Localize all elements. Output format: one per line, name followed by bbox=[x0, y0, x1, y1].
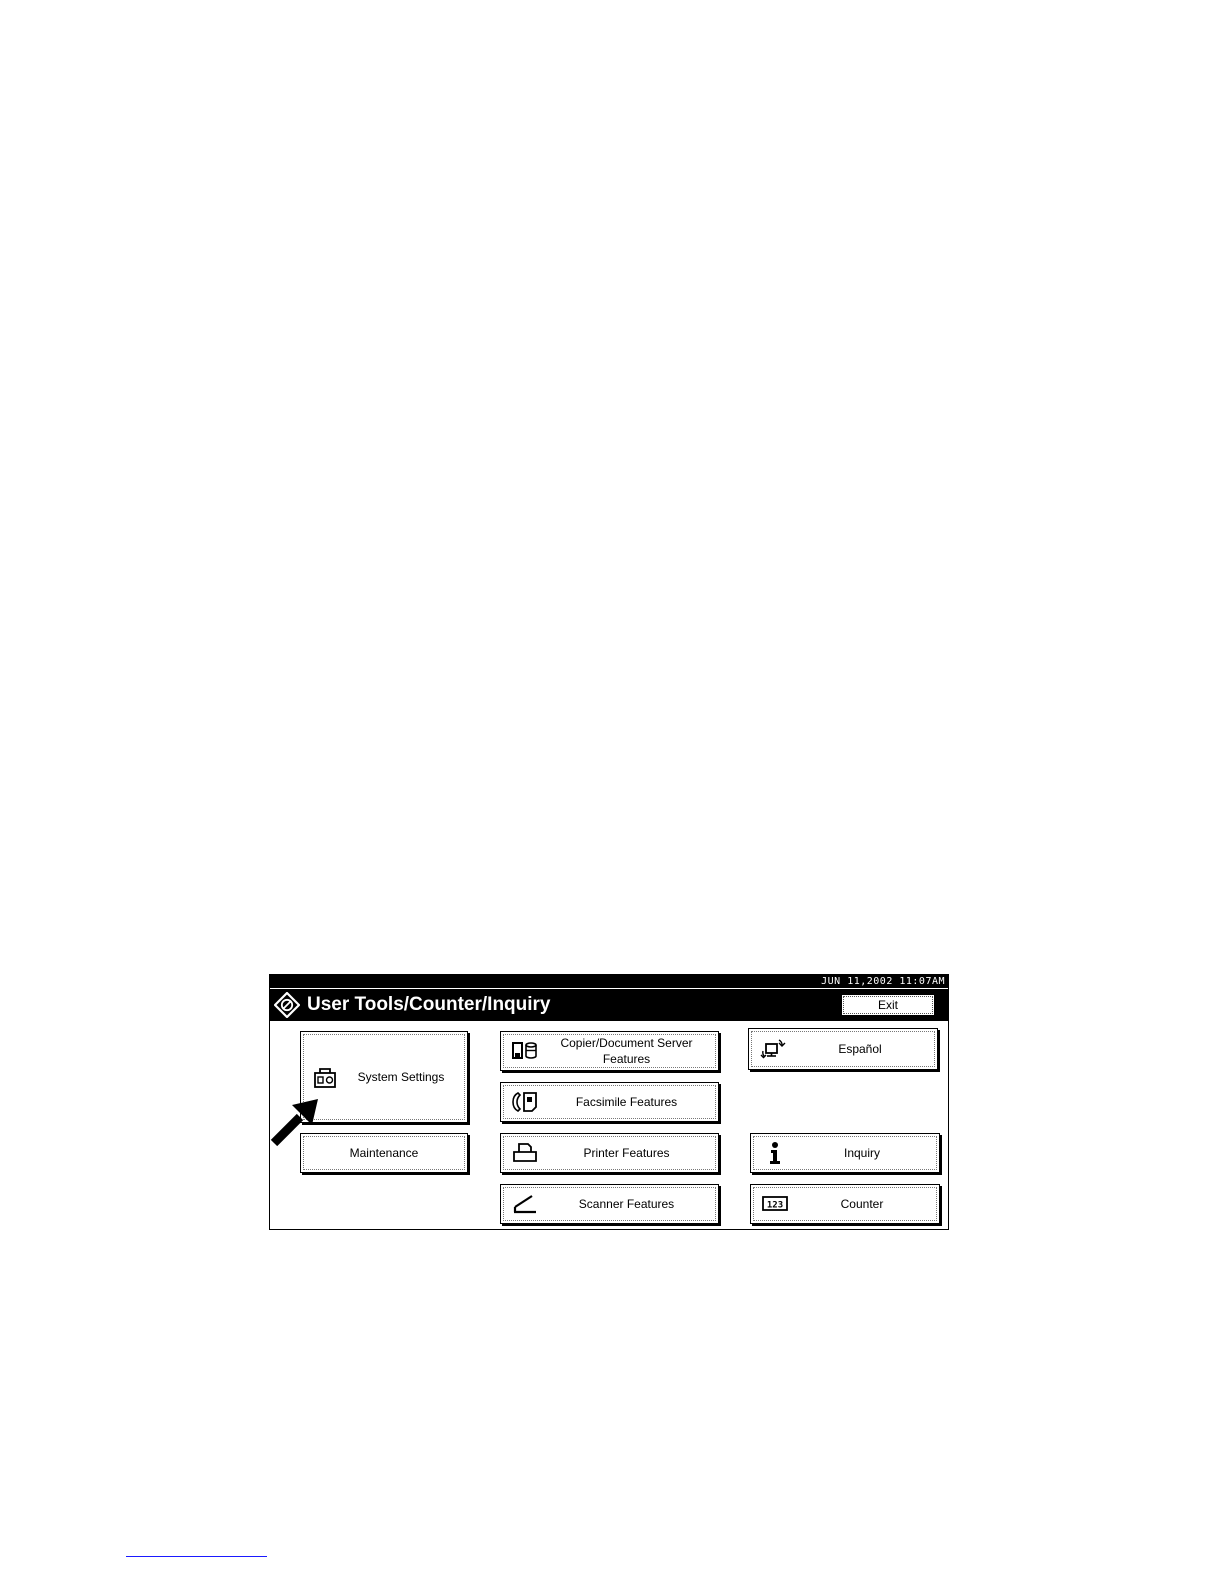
inquiry-button[interactable]: Inquiry bbox=[750, 1133, 940, 1173]
page-title: User Tools/Counter/Inquiry bbox=[307, 994, 551, 1015]
printer-features-label: Printer Features bbox=[583, 1146, 670, 1160]
inquiry-label: Inquiry bbox=[843, 1146, 881, 1160]
system-settings-button[interactable]: System Settings bbox=[300, 1031, 468, 1123]
copier-document-server-label: Copier/Document Server Features bbox=[560, 1036, 693, 1066]
counter-button[interactable]: 123 Counter bbox=[750, 1184, 940, 1224]
user-tools-icon bbox=[274, 992, 300, 1018]
printer-icon bbox=[513, 1143, 537, 1162]
facsimile-icon bbox=[512, 1092, 537, 1112]
copier-document-server-icon bbox=[512, 1042, 537, 1059]
scanner-features-button[interactable]: Scanner Features bbox=[500, 1184, 719, 1224]
user-tools-panel: JUN 11,2002 11:07AM User Tools/Counter/I… bbox=[269, 974, 949, 1230]
system-settings-icon bbox=[314, 1068, 336, 1088]
date-time: JUN 11,2002 11:07AM bbox=[270, 975, 948, 989]
counter-label: Counter bbox=[840, 1197, 884, 1211]
facsimile-features-label: Facsimile Features bbox=[575, 1095, 678, 1109]
espanol-button[interactable]: Español bbox=[748, 1028, 938, 1070]
copier-document-server-button[interactable]: Copier/Document Server Features bbox=[500, 1031, 719, 1071]
maintenance-label: Maintenance bbox=[349, 1146, 419, 1160]
printer-features-button[interactable]: Printer Features bbox=[500, 1133, 719, 1173]
title-bar: User Tools/Counter/Inquiry Exit bbox=[270, 989, 948, 1021]
scanner-features-label: Scanner Features bbox=[578, 1197, 675, 1211]
exit-button[interactable]: Exit bbox=[840, 993, 936, 1017]
espanol-label: Español bbox=[838, 1042, 882, 1056]
counter-icon: 123 bbox=[762, 1196, 788, 1211]
pointer-arrow-icon bbox=[270, 1099, 318, 1147]
facsimile-features-button[interactable]: Facsimile Features bbox=[500, 1082, 719, 1122]
maintenance-button[interactable]: Maintenance bbox=[300, 1133, 468, 1173]
system-settings-label: System Settings bbox=[357, 1070, 445, 1084]
language-switch-icon bbox=[760, 1039, 786, 1059]
scanner-icon bbox=[513, 1195, 536, 1214]
footer-link-underline bbox=[126, 1556, 267, 1557]
info-icon bbox=[770, 1142, 780, 1164]
svg-text:123: 123 bbox=[767, 1201, 783, 1211]
